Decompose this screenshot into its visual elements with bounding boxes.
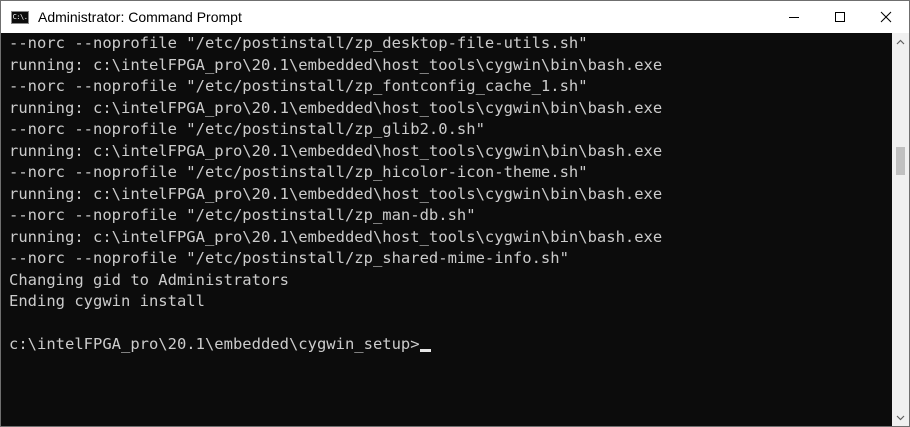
window-title: Administrator: Command Prompt bbox=[38, 9, 242, 25]
console-line: --norc --noprofile "/etc/postinstall/zp_… bbox=[9, 206, 476, 224]
console-output[interactable]: --norc --noprofile "/etc/postinstall/zp_… bbox=[1, 33, 892, 426]
maximize-icon bbox=[835, 12, 845, 22]
close-icon bbox=[880, 11, 892, 23]
command-prompt-window: C:\. Administrator: Command Prompt --nor… bbox=[0, 0, 910, 427]
console-line: running: c:\intelFPGA_pro\20.1\embedded\… bbox=[9, 184, 663, 203]
command-prompt: c:\intelFPGA_pro\20.1\embedded\cygwin_se… bbox=[9, 335, 420, 353]
console-line: running: c:\intelFPGA_pro\20.1\embedded\… bbox=[9, 141, 663, 160]
scroll-up-button[interactable] bbox=[892, 33, 909, 50]
console-line: running: c:\intelFPGA_pro\20.1\embedded\… bbox=[9, 227, 663, 246]
close-button[interactable] bbox=[863, 1, 909, 33]
console-line: --norc --noprofile "/etc/postinstall/zp_… bbox=[9, 163, 588, 181]
window-controls bbox=[771, 1, 909, 33]
console-line: --norc --noprofile "/etc/postinstall/zp_… bbox=[9, 77, 588, 95]
console-line: running: c:\intelFPGA_pro\20.1\embedded\… bbox=[9, 98, 663, 117]
console-line: --norc --noprofile "/etc/postinstall/zp_… bbox=[9, 34, 588, 52]
console-app-icon[interactable]: C:\. bbox=[11, 10, 29, 24]
scrollbar-thumb[interactable] bbox=[896, 147, 905, 175]
console-app-icon-text: C:\. bbox=[12, 12, 28, 21]
console-line: --norc --noprofile "/etc/postinstall/zp_… bbox=[9, 249, 569, 267]
minimize-icon bbox=[789, 17, 799, 18]
console-line: Ending cygwin install bbox=[9, 292, 205, 310]
console-line: Changing gid to Administrators bbox=[9, 270, 289, 289]
minimize-button[interactable] bbox=[771, 1, 817, 33]
chevron-down-icon bbox=[896, 415, 905, 420]
maximize-button[interactable] bbox=[817, 1, 863, 33]
chevron-up-icon bbox=[896, 39, 905, 44]
title-bar[interactable]: C:\. Administrator: Command Prompt bbox=[1, 1, 909, 33]
console-line: --norc --noprofile "/etc/postinstall/zp_… bbox=[9, 120, 485, 138]
console-line: running: c:\intelFPGA_pro\20.1\embedded\… bbox=[9, 55, 663, 74]
vertical-scrollbar[interactable] bbox=[892, 33, 909, 426]
text-cursor bbox=[419, 349, 431, 352]
scroll-down-button[interactable] bbox=[892, 409, 909, 426]
prompt-line[interactable]: c:\intelFPGA_pro\20.1\embedded\cygwin_se… bbox=[9, 334, 892, 356]
